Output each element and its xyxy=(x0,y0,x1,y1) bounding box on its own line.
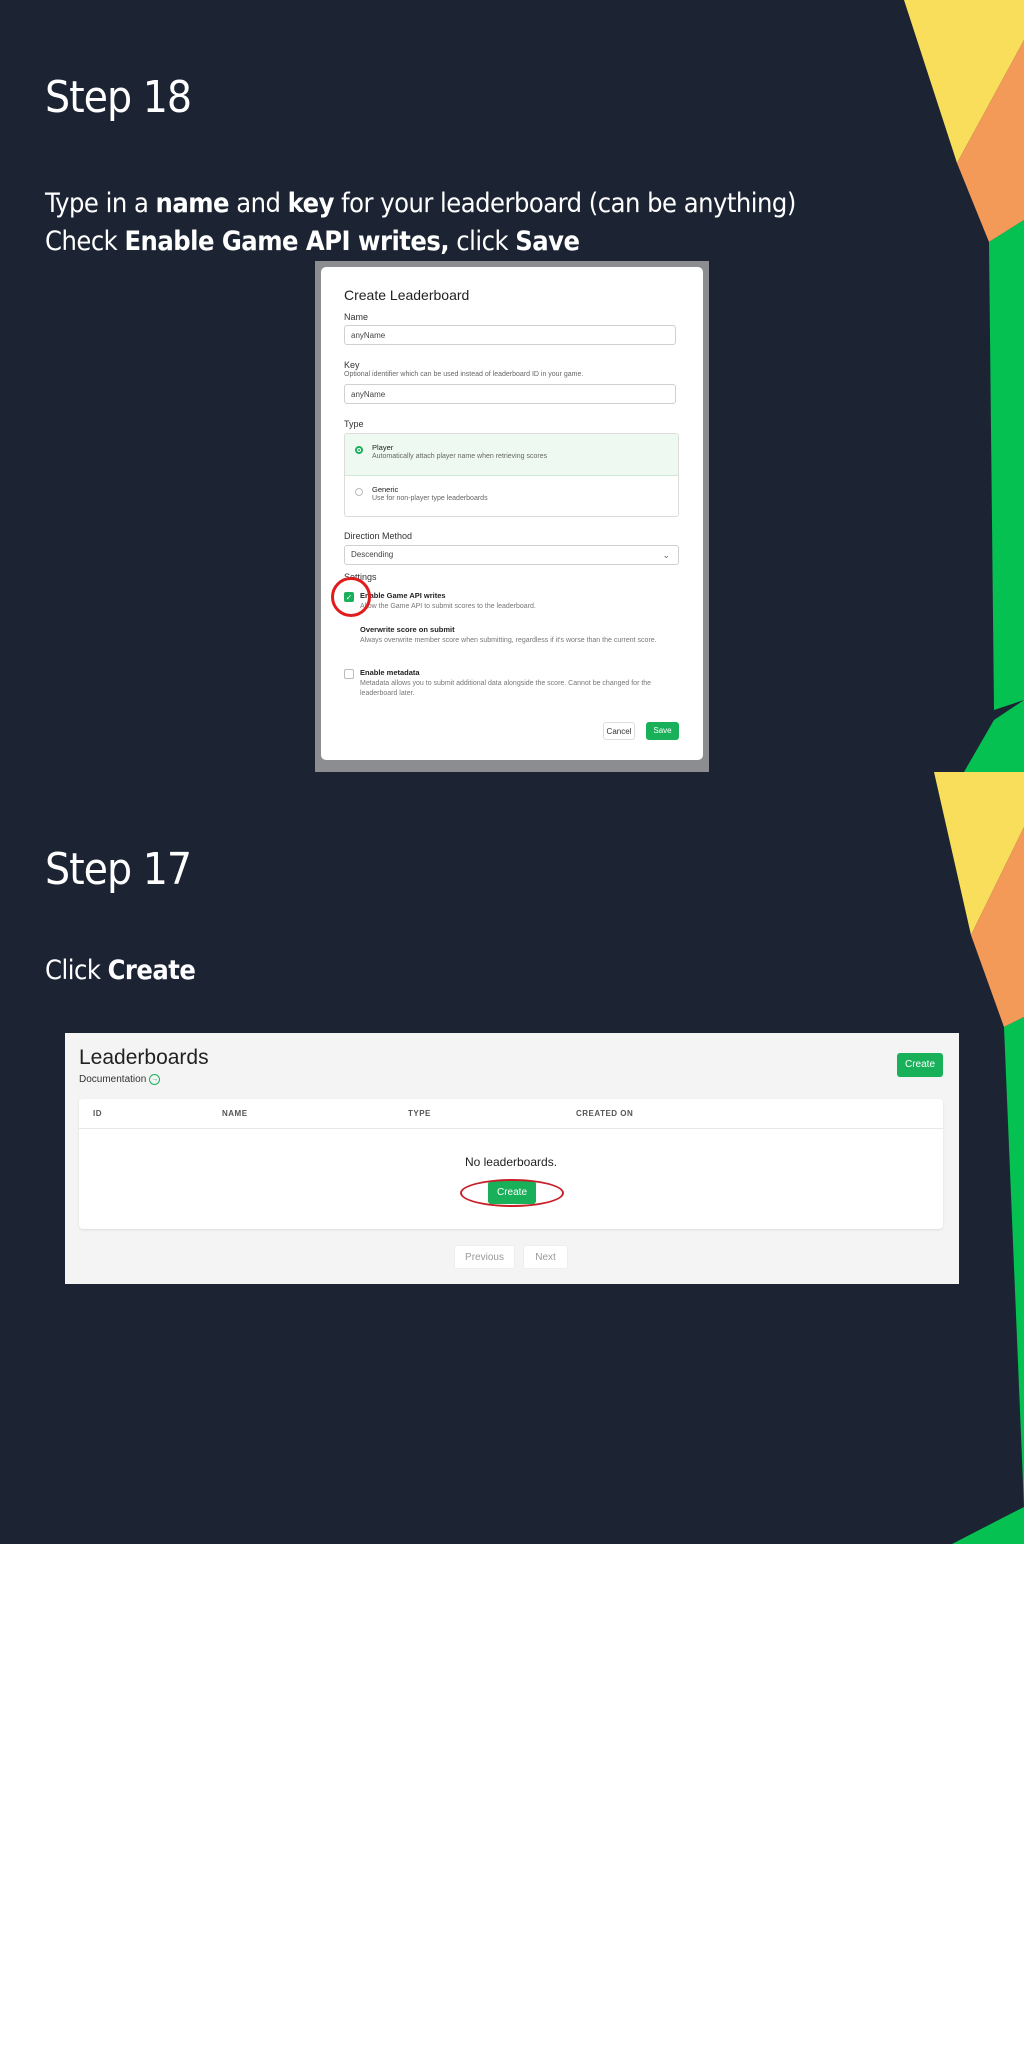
step-title: Step 17 xyxy=(45,844,192,895)
radio-unselected-icon xyxy=(355,488,363,496)
type-option-player[interactable]: Player Automatically attach player name … xyxy=(345,434,678,476)
leaderboards-screenshot: Leaderboards Documentation → Create ID NA… xyxy=(65,1033,959,1284)
radio-selected-icon xyxy=(355,446,363,454)
name-input[interactable]: anyName xyxy=(344,325,676,345)
type-label: Type xyxy=(344,419,364,429)
decorative-stripes xyxy=(904,0,1024,772)
instruction-line-2: Check Enable Game API writes, click Save xyxy=(45,226,580,257)
arrow-right-circle-icon: → xyxy=(149,1074,161,1085)
modal-title: Create Leaderboard xyxy=(344,287,470,303)
option-subtitle: Use for non-player type leaderboards xyxy=(372,495,488,502)
page-title: Leaderboards xyxy=(79,1046,209,1069)
enable-game-api-desc: Allow the Game API to submit scores to t… xyxy=(360,603,536,610)
type-option-generic[interactable]: Generic Use for non-player type leaderbo… xyxy=(345,476,678,516)
documentation-link[interactable]: Documentation → xyxy=(79,1074,161,1086)
documentation-label: Documentation xyxy=(79,1074,147,1086)
column-type: TYPE xyxy=(408,1109,431,1118)
next-button[interactable]: Next xyxy=(523,1245,568,1269)
create-leaderboard-screenshot: Create Leaderboard Name anyName Key Opti… xyxy=(315,261,709,772)
key-input[interactable]: anyName xyxy=(344,384,676,404)
step-title: Step 18 xyxy=(45,72,192,123)
cancel-button[interactable]: Cancel xyxy=(603,722,635,740)
key-help-text: Optional identifier which can be used in… xyxy=(344,371,584,378)
direction-select[interactable]: Descending ⌄ xyxy=(344,545,679,565)
save-button[interactable]: Save xyxy=(646,722,679,740)
option-subtitle: Automatically attach player name when re… xyxy=(372,453,548,460)
create-button-header[interactable]: Create xyxy=(897,1053,943,1077)
highlight-circle xyxy=(331,577,371,617)
overwrite-score-title: Overwrite score on submit xyxy=(360,625,455,634)
enable-game-api-title: Enable Game API writes xyxy=(360,591,446,600)
highlight-ellipse xyxy=(460,1179,564,1207)
empty-state-text: No leaderboards. xyxy=(464,1155,558,1169)
create-leaderboard-modal: Create Leaderboard Name anyName Key Opti… xyxy=(321,267,703,760)
overwrite-score-desc: Always overwrite member score when submi… xyxy=(360,637,657,644)
previous-button[interactable]: Previous xyxy=(454,1245,515,1269)
column-id: ID xyxy=(93,1109,102,1118)
key-label: Key xyxy=(344,360,360,370)
leaderboards-table: ID NAME TYPE CREATED ON No leaderboards.… xyxy=(79,1099,943,1229)
chevron-down-icon: ⌄ xyxy=(662,550,670,560)
direction-value: Descending xyxy=(351,550,394,559)
direction-label: Direction Method xyxy=(344,531,413,541)
column-created-on: CREATED ON xyxy=(576,1109,634,1118)
step-description: Type in a name and key for your leaderbo… xyxy=(45,185,796,261)
enable-metadata-desc: Metadata allows you to submit additional… xyxy=(360,680,652,697)
step-description: Click Create xyxy=(45,955,196,986)
table-header: ID NAME TYPE CREATED ON xyxy=(79,1099,943,1129)
enable-metadata-checkbox[interactable] xyxy=(344,669,354,679)
type-options: Player Automatically attach player name … xyxy=(344,433,679,517)
step-17-slide: Step 17 Click Create Leaderboards Docume… xyxy=(0,772,1024,1544)
option-title: Player xyxy=(372,443,394,452)
name-label: Name xyxy=(344,312,369,322)
instruction-line-1: Type in a name and key for your leaderbo… xyxy=(45,188,796,219)
option-title: Generic xyxy=(372,485,399,494)
column-name: NAME xyxy=(222,1109,248,1118)
step-18-slide: Step 18 Type in a name and key for your … xyxy=(0,0,1024,772)
enable-metadata-title: Enable metadata xyxy=(360,668,420,677)
